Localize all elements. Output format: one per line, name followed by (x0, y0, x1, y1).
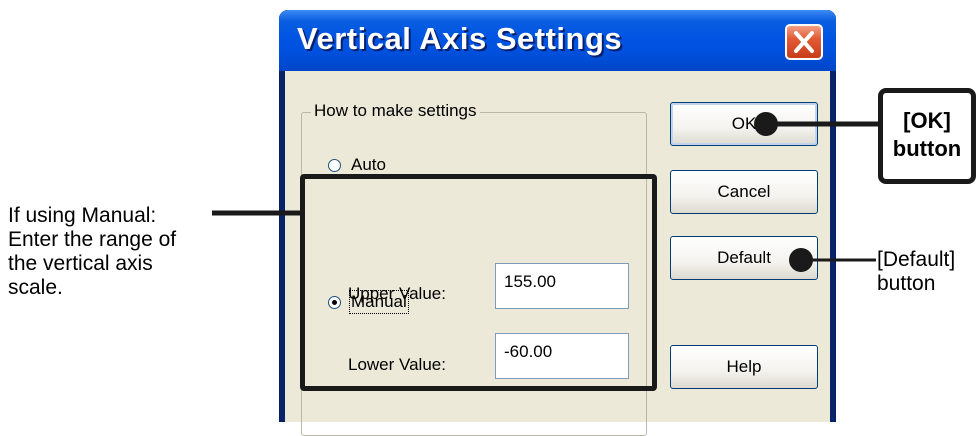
default-callout-line-2: button (877, 272, 936, 295)
annotation-connectors (212, 112, 878, 272)
default-callout-line-1: [Default] (877, 248, 956, 271)
default-callout: [Default] button (877, 248, 955, 296)
ok-callout-line-1: [OK] (903, 108, 951, 133)
ok-callout-line-2: button (892, 136, 962, 161)
ok-callout: [OK] button (878, 88, 976, 184)
default-connector-dot (789, 248, 813, 272)
ok-connector-dot (754, 112, 778, 136)
